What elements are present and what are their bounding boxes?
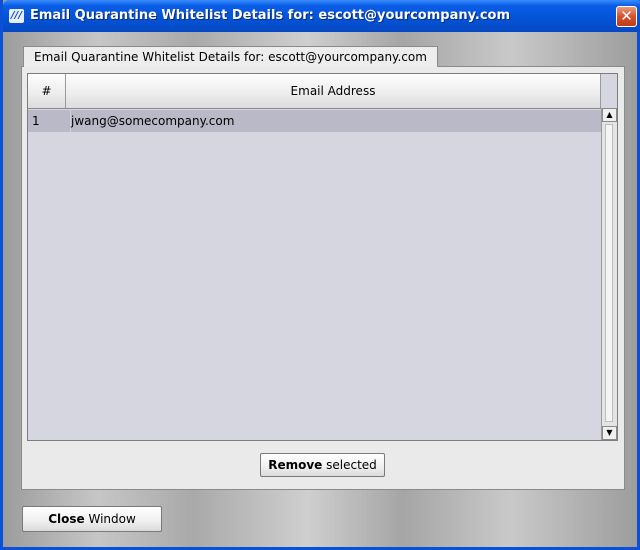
close-icon[interactable]: ✕: [616, 6, 637, 27]
tab-panel: # Email Address 1 jwang@somecompany.com …: [21, 66, 625, 490]
tab-whitelist-details[interactable]: Email Quarantine Whitelist Details for: …: [23, 46, 438, 67]
whitelist-table: # Email Address 1 jwang@somecompany.com …: [27, 73, 618, 441]
table-header: # Email Address: [28, 74, 601, 109]
vertical-scrollbar[interactable]: ▲ ▼: [601, 108, 617, 440]
close-button-label-bold: Close: [48, 512, 85, 526]
remove-selected-button[interactable]: Remove selected: [260, 453, 385, 477]
scroll-up-icon[interactable]: ▲: [602, 108, 617, 122]
close-window-button[interactable]: Close Window: [22, 506, 162, 532]
scroll-down-icon[interactable]: ▼: [602, 426, 617, 440]
row-number: 1: [32, 114, 40, 128]
title-bar[interactable]: /// Email Quarantine Whitelist Details f…: [3, 0, 640, 32]
remove-button-label-rest: selected: [322, 458, 377, 472]
scrollbar-track[interactable]: [605, 124, 613, 422]
remove-button-label-bold: Remove: [268, 458, 323, 472]
row-email-address: jwang@somecompany.com: [70, 110, 591, 132]
dialog-window: /// Email Quarantine Whitelist Details f…: [0, 0, 640, 550]
close-button-label-rest: Window: [84, 512, 136, 526]
table-row[interactable]: 1 jwang@somecompany.com: [28, 110, 601, 132]
column-header-number[interactable]: #: [28, 74, 66, 108]
app-logo-icon: ///: [9, 9, 24, 23]
window-title: Email Quarantine Whitelist Details for: …: [30, 8, 510, 23]
column-header-email-address[interactable]: Email Address: [66, 74, 601, 108]
